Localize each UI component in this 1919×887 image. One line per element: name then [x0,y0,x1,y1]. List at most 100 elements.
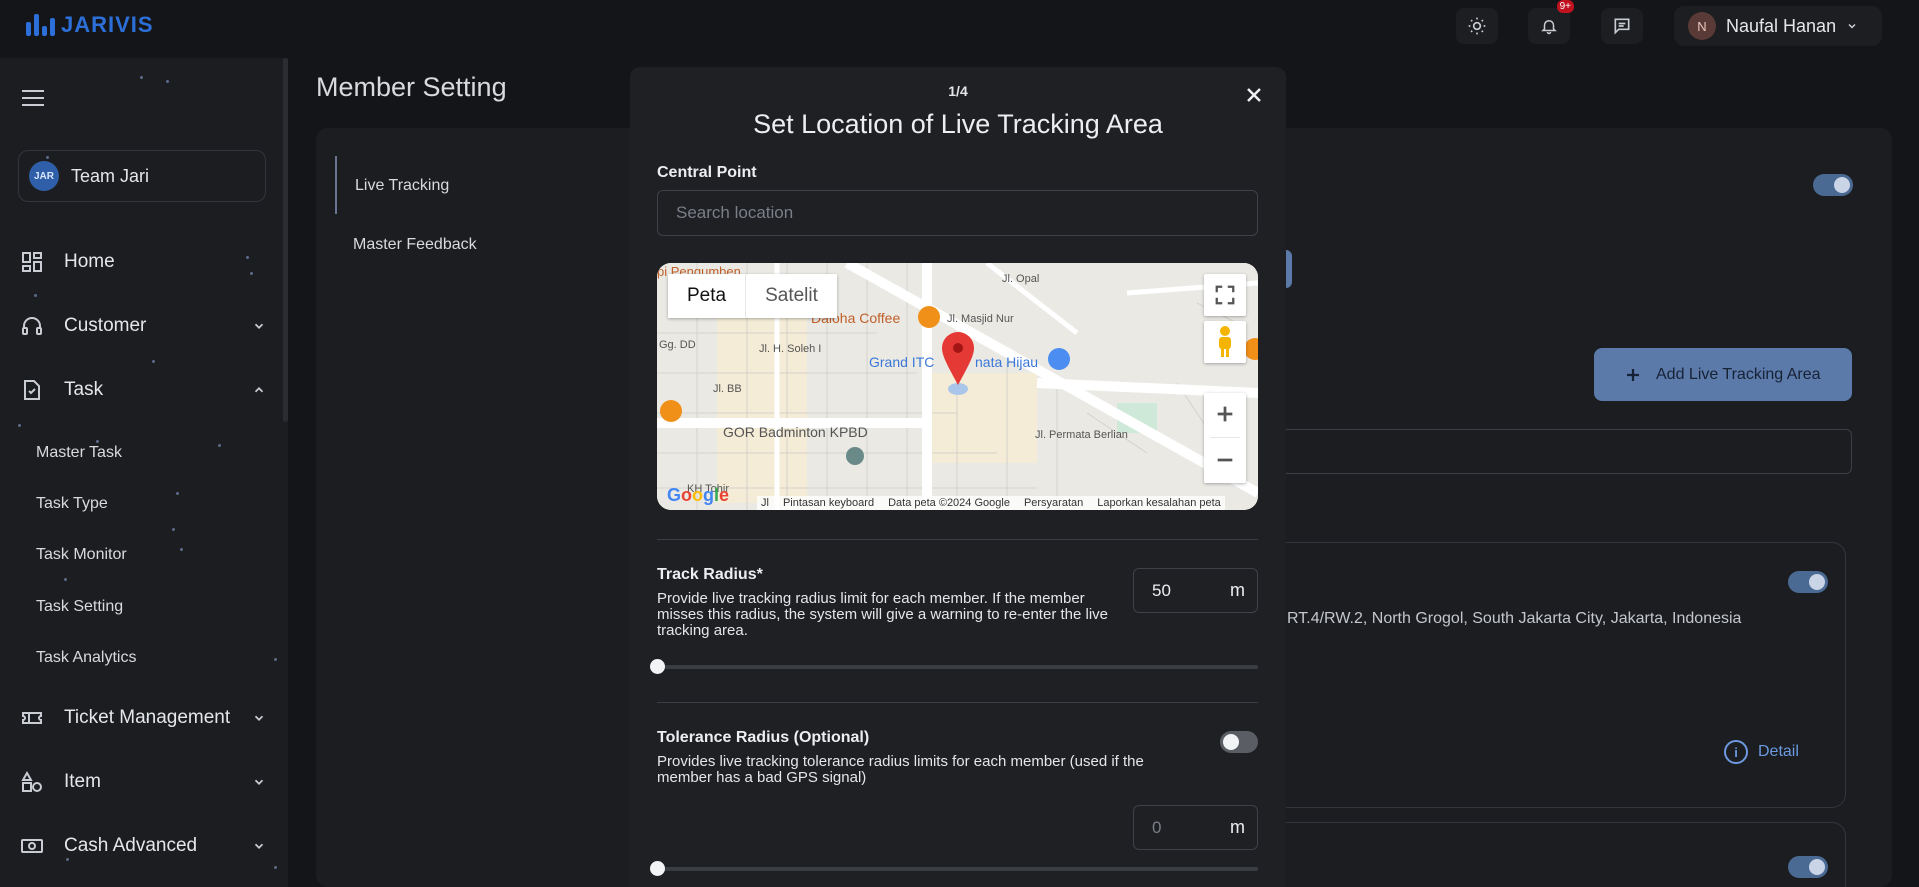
sidebar-subitem-task-monitor[interactable]: Task Monitor [36,546,127,564]
track-radius-slider[interactable] [657,665,1258,669]
map-footer: Jl Pintasan keyboard Data peta ©2024 Goo… [757,496,1225,510]
tolerance-radius-label: Tolerance Radius (Optional) [657,729,870,746]
shapes-icon [21,770,42,792]
tab-master-feedback[interactable]: Master Feedback [353,236,477,254]
map-tab-peta[interactable]: Peta [668,274,745,318]
detail-label: Detail [1758,743,1799,760]
report-error-link[interactable]: Laporkan kesalahan peta [1097,497,1221,509]
tolerance-radius-slider-thumb[interactable] [650,861,665,876]
decor-star [218,444,221,447]
brand-name: JARIVIS [61,12,154,37]
track-radius-label: Track Radius* [657,566,763,583]
map-label: Gg. DD [659,339,696,351]
theme-toggle-button[interactable] [1456,8,1498,44]
live-tracking-toggle[interactable] [1813,174,1853,196]
track-radius-value: 50 [1152,580,1171,600]
plus-icon [1627,368,1639,381]
map-type-tabs: Peta Satelit [668,274,837,318]
terms-link[interactable]: Persyaratan [1024,497,1083,509]
cafe-icon[interactable] [918,306,940,328]
decor-star [64,578,67,581]
map-poi-label[interactable]: GOR Badminton KPBD [723,424,868,440]
messages-button[interactable] [1601,8,1643,44]
sports-icon[interactable] [846,447,864,465]
avatar: N [1688,12,1716,40]
zoom-out-icon[interactable] [1214,449,1236,471]
fullscreen-button[interactable] [1204,274,1246,316]
track-radius-input[interactable]: 50 m [1133,568,1258,613]
sidebar-item-task[interactable]: Task [20,370,266,410]
modal-title: Set Location of Live Tracking Area [753,109,1163,139]
sidebar-scrollbar[interactable] [283,58,288,422]
sidebar-item-customer[interactable]: Customer [20,306,266,346]
sidebar-item-item[interactable]: Item [20,762,266,802]
tolerance-radius-slider[interactable] [657,867,1258,871]
tolerance-radius-toggle[interactable] [1220,731,1258,753]
tab-live-tracking[interactable]: Live Tracking [355,177,449,195]
info-icon: i [1724,740,1748,764]
sidebar-subitem-task-type[interactable]: Task Type [36,495,108,513]
chevron-down-icon [1848,23,1856,29]
page-title: Member Setting [316,72,507,102]
keyboard-shortcuts-link[interactable]: Pintasan keyboard [783,497,874,509]
team-name: Team Jari [71,165,150,186]
set-location-modal: 1/4 Set Location of Live Tracking Area C… [630,67,1286,887]
location-map[interactable]: pi Pengumben Jl. Opal Jl. Masjid Nur Jl.… [657,263,1258,510]
sidebar-subitem-task-analytics[interactable]: Task Analytics [36,649,136,667]
sidebar-item-cash-advanced[interactable]: Cash Advanced [20,826,266,866]
map-label: Jl. Permata Berlian [1035,429,1128,441]
track-radius-slider-thumb[interactable] [650,659,665,674]
sidebar-subitem-task-setting[interactable]: Task Setting [36,598,123,616]
restaurant-icon[interactable] [660,400,682,422]
sidebar-item-label: Ticket Management [64,707,231,728]
bell-icon [1541,20,1557,35]
decor-star [172,528,175,531]
track-radius-unit: m [1230,580,1245,600]
tolerance-radius-value: 0 [1152,817,1162,837]
sidebar-subitem-master-task[interactable]: Master Task [36,444,122,462]
user-name: Naufal Hanan [1726,15,1837,36]
map-poi-label[interactable]: Grand ITC [869,354,934,370]
logo-bars-icon [26,14,55,36]
map-poi-label[interactable]: nata Hijau [975,354,1038,370]
street-view-button[interactable] [1204,321,1246,363]
user-menu[interactable]: N Naufal Hanan [1674,6,1882,46]
notifications-button[interactable]: 9+ [1528,0,1574,44]
filter-input[interactable] [1270,429,1852,474]
chevron-up-icon [254,387,264,393]
tracking-area-card [1270,822,1846,887]
zoom-in-icon[interactable] [1214,403,1236,425]
team-switcher[interactable]: JAR Team Jari [18,150,266,202]
central-point-label: Central Point [657,164,757,181]
decor-star [152,360,155,363]
cash-icon [21,839,43,853]
map-label: Jl. H. Soleh I [759,343,822,355]
area-toggle[interactable] [1788,856,1828,878]
close-icon[interactable] [1242,83,1266,107]
detail-link[interactable]: i Detail [1724,740,1799,764]
area-toggle[interactable] [1788,571,1828,593]
fullscreen-icon [1215,285,1235,305]
active-tab-indicator [335,156,337,214]
shopping-icon[interactable] [1048,348,1070,370]
add-live-tracking-area-button[interactable]: Add Live Tracking Area [1594,348,1852,401]
decor-star [274,866,277,869]
area-address: RT.4/RW.2, North Grogol, South Jakarta C… [1287,610,1742,627]
zoom-control [1204,393,1246,483]
divider [657,702,1258,703]
sidebar-item-label: Item [64,771,101,792]
step-indicator: 1/4 [948,83,968,99]
sidebar-item-ticket-management[interactable]: Ticket Management [20,698,266,738]
sidebar-item-home[interactable]: Home [20,242,266,282]
map-tab-satelit[interactable]: Satelit [745,274,837,318]
location-search-input[interactable] [657,190,1258,236]
menu-toggle-icon[interactable] [22,90,44,111]
tolerance-radius-unit: m [1230,817,1245,837]
brand-logo[interactable]: JARIVIS [26,12,154,38]
decor-star [166,80,169,83]
tracking-area-card [1270,542,1846,808]
tolerance-radius-input[interactable]: 0 m [1133,805,1258,850]
decor-star [180,548,183,551]
map-label: Jl. BB [713,383,742,395]
ticket-icon [22,712,42,724]
